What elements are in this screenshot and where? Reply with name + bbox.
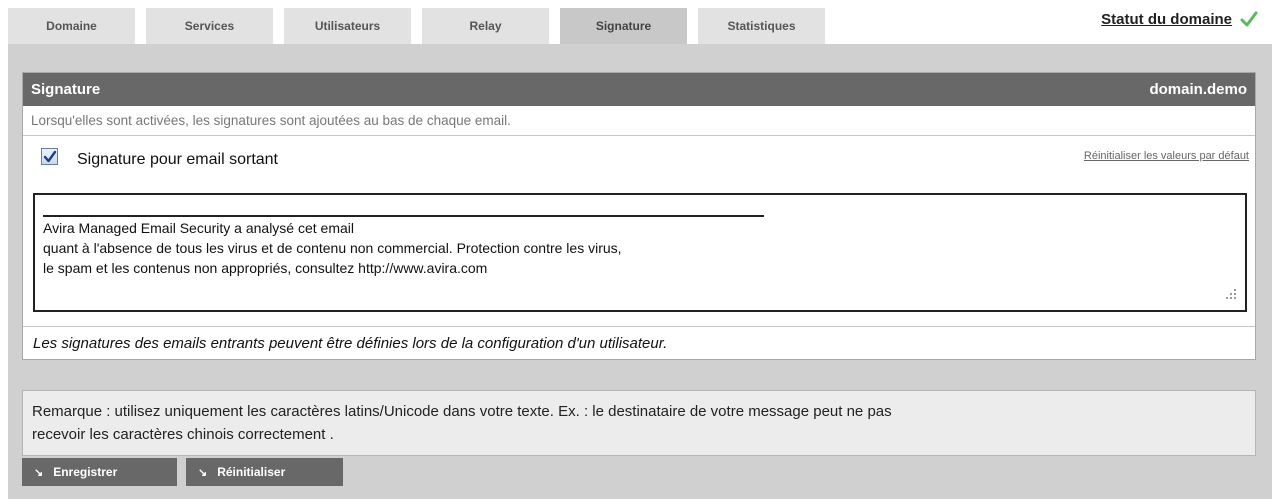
- arrow-icon: ↘: [198, 466, 208, 479]
- reset-button-label: Réinitialiser: [217, 465, 286, 479]
- outgoing-signature-checkbox[interactable]: [41, 148, 58, 165]
- tab-services[interactable]: Services: [146, 8, 273, 44]
- save-button[interactable]: ↘ Enregistrer: [22, 458, 177, 486]
- domain-name: domain.demo: [1149, 81, 1247, 98]
- panel-title: Signature: [31, 81, 101, 98]
- signature-line-3: le spam et les contenus non appropriés, …: [43, 260, 488, 276]
- tab-statistiques[interactable]: Statistiques: [698, 8, 825, 44]
- tab-relay[interactable]: Relay: [422, 8, 549, 44]
- tab-bar: Domaine Services Utilisateurs Relay Sign…: [8, 8, 836, 44]
- signature-textarea[interactable]: Avira Managed Email Security a analysé c…: [33, 193, 1247, 312]
- tab-utilisateurs[interactable]: Utilisateurs: [284, 8, 411, 44]
- domain-status-link[interactable]: Statut du domaine: [1101, 11, 1232, 28]
- outgoing-signature-row: Signature pour email sortant Réinitialis…: [23, 136, 1255, 182]
- signature-line-1: Avira Managed Email Security a analysé c…: [43, 220, 355, 236]
- reset-defaults-link[interactable]: Réinitialiser les valeurs par défaut: [1084, 150, 1249, 162]
- panel-header: Signature domain.demo: [23, 73, 1255, 106]
- signature-panel: Signature domain.demo Lorsqu'elles sont …: [22, 72, 1256, 360]
- check-icon: [1240, 11, 1258, 27]
- save-button-label: Enregistrer: [53, 465, 118, 479]
- outgoing-signature-label: Signature pour email sortant: [77, 151, 278, 168]
- domain-status: Statut du domaine: [1101, 10, 1258, 28]
- reset-button[interactable]: ↘ Réinitialiser: [186, 458, 343, 486]
- remark-line-1: Remarque : utilisez uniquement les carac…: [32, 403, 892, 420]
- unicode-remark: Remarque : utilisez uniquement les carac…: [22, 390, 1256, 456]
- signature-line-2: quant à l'absence de tous les virus et d…: [43, 240, 622, 256]
- remark-line-2: recevoir les caractères chinois correcte…: [32, 426, 334, 443]
- tab-signature[interactable]: Signature: [560, 8, 687, 44]
- arrow-icon: ↘: [34, 466, 44, 479]
- incoming-signature-note: Les signatures des emails entrants peuve…: [23, 326, 1255, 360]
- resize-grip-icon[interactable]: [1223, 288, 1237, 300]
- tab-domaine[interactable]: Domaine: [8, 8, 135, 44]
- panel-description: Lorsqu'elles sont activées, les signatur…: [23, 106, 1255, 136]
- checkmark-icon: [43, 150, 57, 163]
- signature-separator: [43, 215, 764, 217]
